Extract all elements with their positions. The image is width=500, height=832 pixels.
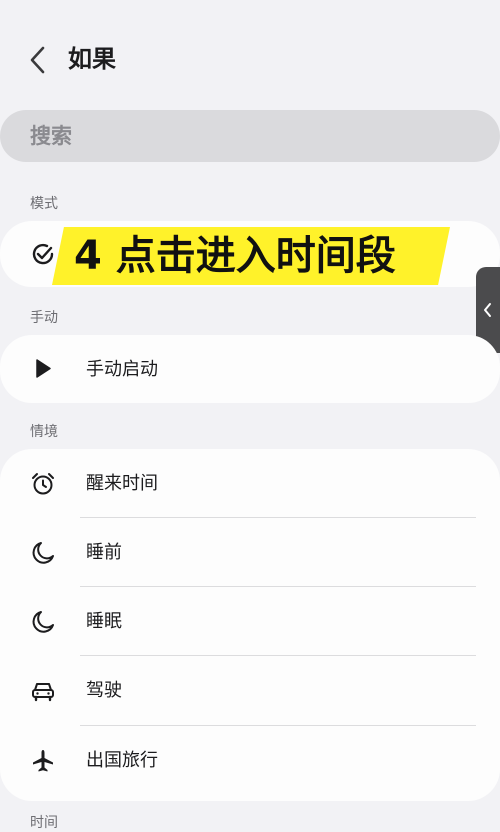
section-label-mode: 模式 <box>30 196 58 212</box>
tutorial-overlay-text: 4 点击进入时间段 <box>74 233 396 279</box>
manual-start-row[interactable]: 手动启动 <box>0 335 500 403</box>
back-button[interactable] <box>24 40 56 80</box>
scene-label: 睡前 <box>86 542 122 563</box>
search-input[interactable]: 搜索 <box>0 110 500 162</box>
alarm-clock-icon <box>30 471 56 497</box>
search-placeholder: 搜索 <box>30 124 72 148</box>
chevron-left-icon <box>30 46 45 74</box>
page-title: 如果 <box>68 45 116 73</box>
scene-label: 出国旅行 <box>86 750 158 771</box>
scene-row-wake-up[interactable]: 醒来时间 <box>0 449 500 518</box>
scene-label: 睡眠 <box>86 611 122 632</box>
scene-label: 驾驶 <box>86 680 122 701</box>
chevron-left-icon <box>484 303 491 317</box>
mode-check-icon <box>30 241 56 267</box>
section-label-scenes: 情境 <box>30 424 58 440</box>
header: 如果 <box>0 0 500 110</box>
play-icon <box>30 356 56 382</box>
scene-row-sleep[interactable]: 睡眠 <box>0 587 500 656</box>
moon-icon <box>30 540 56 566</box>
airplane-icon <box>30 748 56 774</box>
scene-row-before-bed[interactable]: 睡前 <box>0 518 500 587</box>
manual-start-label: 手动启动 <box>86 359 158 380</box>
scenes-card: 醒来时间 睡前 睡眠 驾驶 出国旅行 <box>0 449 500 801</box>
scene-row-driving[interactable]: 驾驶 <box>0 656 500 725</box>
tutorial-overlay-banner: 4 点击进入时间段 <box>52 227 450 285</box>
manual-card: 手动启动 <box>0 335 500 403</box>
section-label-manual: 手动 <box>30 310 58 326</box>
moon-icon <box>30 609 56 635</box>
section-label-time: 时间 <box>30 815 58 831</box>
car-icon <box>30 678 56 704</box>
scene-row-travel-abroad[interactable]: 出国旅行 <box>0 726 500 795</box>
scene-label: 醒来时间 <box>86 473 158 494</box>
